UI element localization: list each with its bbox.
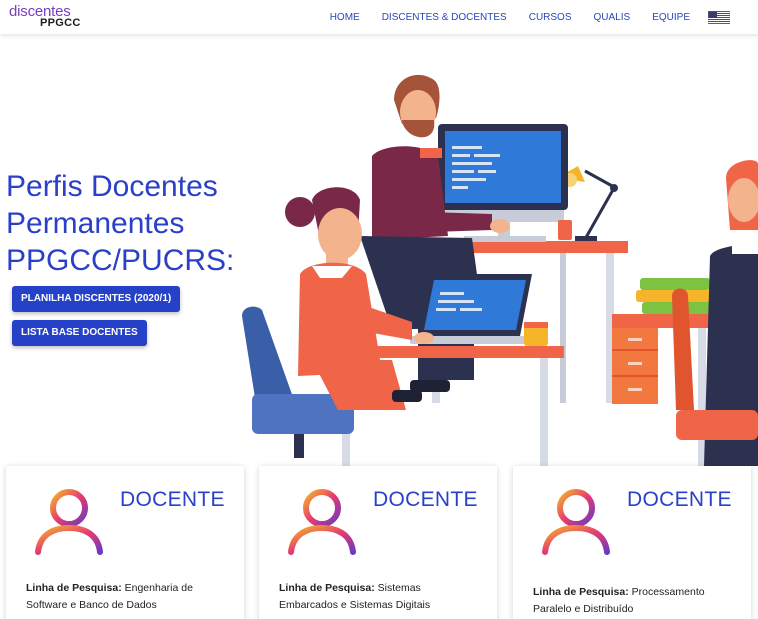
card-research-line: Linha de Pesquisa: Sistemas Embarcados e… — [279, 580, 479, 614]
card-title: DOCENTE — [120, 488, 225, 511]
page: discentes PPGCC HOME DISCENTES & DOCENTE… — [0, 0, 758, 619]
research-label: Linha de Pesquisa: — [26, 582, 122, 594]
navbar: discentes PPGCC HOME DISCENTES & DOCENTE… — [0, 0, 758, 34]
nav-link-home[interactable]: HOME — [330, 12, 360, 23]
brand-logo[interactable]: discentes PPGCC — [9, 4, 81, 29]
docente-card[interactable]: DOCENTE Linha de Pesquisa: Engenharia de… — [6, 466, 244, 619]
nav-menu: HOME DISCENTES & DOCENTES CURSOS QUALIS … — [308, 11, 730, 24]
docente-card[interactable]: DOCENTE Linha de Pesquisa: Processamento… — [513, 466, 751, 619]
user-avatar-icon — [542, 489, 610, 555]
card-title: DOCENTE — [627, 488, 732, 511]
lista-base-docentes-button[interactable]: LISTA BASE DOCENTES — [12, 320, 147, 346]
brand-bottom-text: PPGCC — [40, 17, 81, 29]
nav-link-qualis[interactable]: QUALIS — [594, 12, 631, 23]
research-label: Linha de Pesquisa: — [279, 582, 375, 594]
user-avatar-icon — [288, 489, 356, 555]
planilha-discentes-button[interactable]: PLANILHA DISCENTES (2020/1) — [12, 286, 181, 312]
user-avatar-icon — [35, 489, 103, 555]
people-at-computers-illustration — [242, 74, 758, 466]
card-title: DOCENTE — [373, 488, 478, 511]
card-research-line: Linha de Pesquisa: Engenharia de Softwar… — [26, 580, 226, 614]
card-research-line: Linha de Pesquisa: Processamento Paralel… — [533, 584, 733, 618]
page-title: Perfis Docentes Permanentes PPGCC/PUCRS: — [6, 170, 235, 277]
nav-link-equipe[interactable]: EQUIPE — [652, 12, 690, 23]
docente-card[interactable]: DOCENTE Linha de Pesquisa: Sistemas Emba… — [259, 466, 497, 619]
nav-link-cursos[interactable]: CURSOS — [529, 12, 572, 23]
nav-link-discentes-docentes[interactable]: DISCENTES & DOCENTES — [382, 12, 507, 23]
research-label: Linha de Pesquisa: — [533, 586, 629, 598]
us-flag-icon[interactable] — [708, 11, 730, 24]
